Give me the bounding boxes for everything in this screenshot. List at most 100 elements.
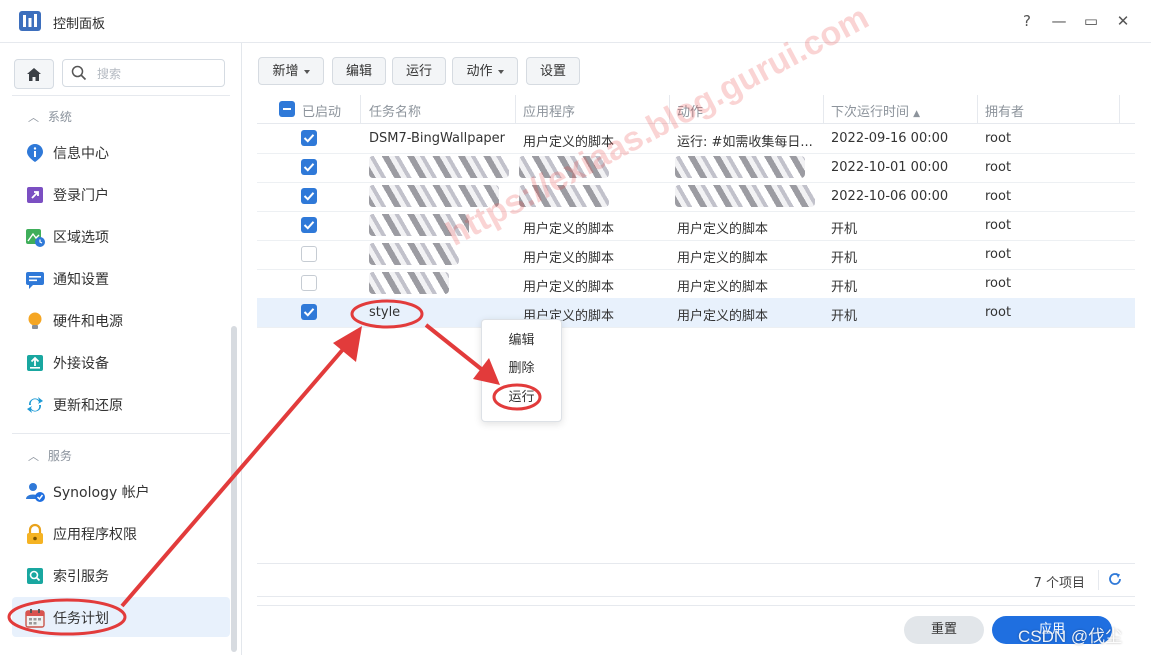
sidebar-item-task-scheduler[interactable]: 任务计划 [12,597,230,637]
sidebar-scrollbar[interactable] [231,326,237,652]
settings-button[interactable]: 设置 [526,57,580,85]
owner-cell: root [985,131,1012,146]
section-header-system[interactable]: ︿ 系统 [28,108,72,125]
table-row[interactable]: 2022-10-01 00:00 root [257,153,1135,183]
reset-button[interactable]: 重置 [904,616,984,644]
caret-down-icon [497,69,504,74]
sidebar-item-label: 外接设备 [53,356,109,372]
col-owner[interactable]: 拥有者 [985,101,1024,120]
application-cell: 用户定义的脚本 [523,222,615,237]
item-count: 7 个项目 [1033,576,1085,591]
close-button[interactable]: ✕ [1112,10,1134,32]
sidebar-item-hardware-power[interactable]: 硬件和电源 [12,300,230,340]
home-icon [27,67,41,81]
window-title: 控制面板 [53,17,106,32]
enabled-checkbox[interactable] [301,130,317,146]
sidebar-item-login-portal[interactable]: 登录门户 [12,174,230,214]
context-menu-delete[interactable]: 删除 [482,356,561,382]
redacted-region [675,156,805,178]
sidebar-item-label: 索引服务 [53,569,109,585]
enabled-checkbox[interactable] [301,217,317,233]
task-name-cell: style [369,305,401,320]
edit-button[interactable]: 编辑 [332,57,386,85]
col-task-name[interactable]: 任务名称 [369,101,421,120]
owner-cell: root [985,276,1012,291]
owner-cell: root [985,160,1012,175]
section-title: 服务 [47,449,72,463]
section-title: 系统 [47,110,72,124]
sidebar-item-regional-options[interactable]: 区域选项 [12,216,230,256]
sidebar-item-update-restore[interactable]: 更新和还原 [12,384,230,424]
title-bar: 控制面板 ? — ▭ ✕ [0,0,1151,43]
redacted-region [675,185,815,207]
help-button[interactable]: ? [1016,10,1038,32]
context-menu-run[interactable]: 运行 [482,385,561,411]
enabled-checkbox[interactable] [301,275,317,291]
lock-icon [27,523,43,544]
action-label: 动作 [466,64,493,79]
next-run-time-cell: 2022-09-16 00:00 [831,131,949,146]
section-header-services[interactable]: ︿ 服务 [28,447,72,464]
owner-cell: root [985,189,1012,204]
index-search-icon [27,568,43,584]
sidebar-item-label: 信息中心 [53,146,109,162]
col-next-run[interactable]: 下次运行时间 ▲ [831,101,920,120]
search-box[interactable] [62,59,225,87]
enabled-checkbox[interactable] [301,188,317,204]
col-application[interactable]: 应用程序 [523,101,575,120]
search-input[interactable] [95,64,219,84]
owner-cell: root [985,247,1012,262]
run-button[interactable]: 运行 [392,57,446,85]
refresh-icon[interactable] [1107,571,1123,587]
enabled-checkbox[interactable] [301,246,317,262]
enabled-checkbox[interactable] [301,304,317,320]
table-row[interactable]: 用户定义的脚本 用户定义的脚本 开机 root [257,269,1135,299]
sidebar-item-label: 通知设置 [53,272,109,288]
action-cell: 运行: #如需收集每日... [677,135,813,150]
sidebar-item-notification[interactable]: 通知设置 [12,258,230,298]
search-icon [71,65,87,81]
sidebar-item-info-center[interactable]: 信息中心 [12,132,230,172]
maximize-button[interactable]: ▭ [1080,10,1102,32]
divider [12,95,230,96]
check-icon [303,134,315,143]
task-name-cell: DSM7-BingWallpaper [369,131,506,146]
sidebar-item-label: 登录门户 [53,188,109,204]
next-run-time-cell: 开机 [831,251,858,266]
sidebar-item-app-privileges[interactable]: 应用程序权限 [12,513,230,553]
enabled-checkbox[interactable] [301,159,317,175]
minimize-button[interactable]: — [1048,10,1070,32]
col-enabled[interactable]: 已启动 [302,101,341,120]
sidebar-item-label: 硬件和电源 [53,314,123,330]
sidebar-item-external-devices[interactable]: 外接设备 [12,342,230,382]
sidebar-item-label: Synology 帐户 [53,485,150,501]
action-button[interactable]: 动作 [452,57,518,85]
calendar-icon [25,609,45,628]
table-row[interactable]: 用户定义的脚本 用户定义的脚本 开机 root [257,211,1135,241]
home-button[interactable] [14,59,54,89]
table-row[interactable]: 2022-10-06 00:00 root [257,182,1135,212]
table-row[interactable]: 用户定义的脚本 用户定义的脚本 开机 root [257,240,1135,270]
context-menu-edit[interactable]: 编辑 [482,328,561,354]
next-run-time-cell: 开机 [831,222,858,237]
next-run-time-cell: 2022-10-06 00:00 [831,189,949,204]
sidebar-item-label: 区域选项 [53,230,109,246]
sidebar-item-synology-account[interactable]: Synology 帐户 [12,471,230,511]
sidebar-item-indexing-service[interactable]: 索引服务 [12,555,230,595]
table-row[interactable]: DSM7-BingWallpaper 用户定义的脚本 运行: #如需收集每日... 2… [257,124,1135,154]
portal-icon [27,187,43,203]
create-button[interactable]: 新增 [258,57,324,85]
upload-device-icon [27,355,43,371]
application-cell: 用户定义的脚本 [523,280,615,295]
refresh-arrows-icon [27,397,43,413]
check-icon [303,163,315,172]
redacted-region [369,272,449,294]
map-clock-icon [26,229,45,247]
control-panel-icon [19,11,41,31]
column-separator [823,95,824,123]
sort-asc-icon: ▲ [913,109,921,119]
owner-cell: root [985,305,1012,320]
table-row[interactable]: style 用户定义的脚本 用户定义的脚本 开机 root [257,298,1135,328]
select-all-checkbox[interactable] [279,101,295,117]
column-separator [360,95,361,123]
